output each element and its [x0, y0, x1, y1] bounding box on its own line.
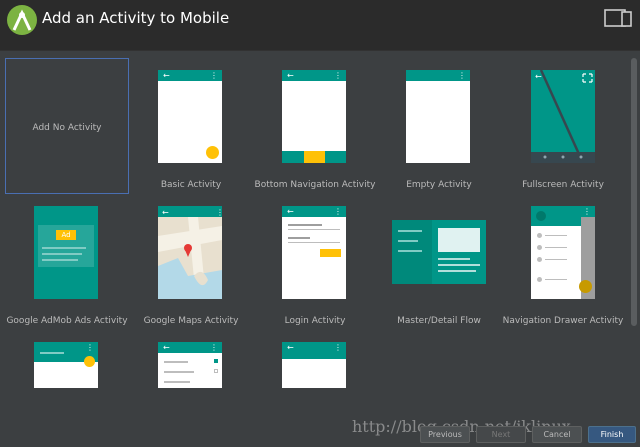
overflow-menu-icon: ⋮	[334, 207, 342, 216]
sign-in-button	[320, 249, 341, 257]
activity-label: Bottom Navigation Activity	[254, 180, 376, 190]
back-arrow-icon: ←	[535, 72, 542, 81]
overflow-menu-icon: ⋮	[334, 71, 342, 80]
activity-preview: ← ⋮	[282, 70, 346, 163]
activity-preview	[392, 220, 486, 284]
activity-label: Add No Activity	[32, 123, 102, 133]
activity-tile-add-no-activity[interactable]: Add No Activity	[5, 58, 129, 194]
activity-label: Fullscreen Activity	[522, 180, 604, 190]
activity-tile-login[interactable]: ← ⋮ Login Activity	[253, 194, 377, 330]
back-arrow-icon: ←	[287, 71, 294, 80]
activity-preview: ←	[531, 70, 595, 163]
activity-preview: ← ⋮	[158, 70, 222, 163]
activity-tile-admob[interactable]: Ad Google AdMob Ads Activity	[5, 194, 129, 330]
ad-card: Ad	[38, 225, 94, 267]
cancel-button[interactable]: Cancel	[532, 426, 582, 443]
overflow-menu-icon: ⋮	[210, 343, 218, 352]
activity-preview: ← ⋮	[158, 206, 222, 299]
bottom-nav-selected-item	[304, 151, 325, 163]
next-button[interactable]: Next	[476, 426, 526, 443]
activity-tile-tabbed[interactable]: ← ⋮	[253, 330, 377, 388]
device-layout-icon[interactable]	[604, 8, 632, 28]
android-studio-logo-icon	[7, 5, 37, 35]
activity-label: Empty Activity	[406, 180, 472, 190]
fab-icon	[206, 146, 219, 159]
activity-label: Google Maps Activity	[143, 316, 239, 326]
activity-preview: ⋮	[531, 206, 595, 299]
activity-tile-bottom-navigation[interactable]: ← ⋮ Bottom Navigation Activity	[253, 58, 377, 194]
fullscreen-icon	[582, 73, 593, 83]
activity-preview: ← ⋮	[282, 342, 346, 388]
back-arrow-icon: ←	[163, 71, 170, 80]
activity-tile-navigation-drawer[interactable]: ⋮ Navigation Drawer Activity	[501, 194, 625, 330]
back-arrow-icon: ←	[287, 343, 294, 352]
activity-tile-settings[interactable]: ← ⋮	[129, 330, 253, 388]
dialog-title: Add an Activity to Mobile	[42, 9, 230, 27]
overflow-menu-icon: ⋮	[86, 343, 94, 352]
back-arrow-icon: ←	[163, 343, 170, 352]
overflow-menu-icon: ⋮	[458, 71, 466, 80]
activity-preview: ← ⋮	[282, 206, 346, 299]
previous-button[interactable]: Previous	[420, 426, 470, 443]
activity-preview: ⋮	[34, 342, 98, 388]
activity-tile-basic[interactable]: ← ⋮ Basic Activity	[129, 58, 253, 194]
overflow-menu-icon: ⋮	[583, 207, 591, 216]
activity-preview: Ad	[34, 206, 98, 299]
activity-tile-scrolling[interactable]: ⋮	[5, 330, 129, 388]
activity-gallery[interactable]: Add No Activity ← ⋮ Basic Activity ← ⋮ Bot…	[5, 58, 630, 388]
dialog-header: Add an Activity to Mobile	[0, 0, 640, 51]
fab-icon	[84, 356, 95, 367]
activity-label: Navigation Drawer Activity	[502, 316, 624, 326]
activity-tile-master-detail[interactable]: Master/Detail Flow	[377, 194, 501, 330]
overflow-menu-icon: ⋮	[210, 71, 218, 80]
nav-drawer	[531, 206, 581, 299]
activity-preview: ← ⋮	[158, 342, 222, 388]
overflow-menu-icon: ⋮	[334, 343, 342, 352]
activity-preview: ⋮	[406, 70, 470, 163]
gallery-scrollbar[interactable]	[631, 58, 637, 326]
ad-badge: Ad	[56, 230, 76, 240]
finish-button[interactable]: Finish	[588, 426, 636, 443]
activity-tile-google-maps[interactable]: ← ⋮ Google Maps Activity	[129, 194, 253, 330]
overflow-menu-icon: ⋮	[216, 208, 222, 217]
activity-tile-fullscreen[interactable]: ← Fullscreen Activity	[501, 58, 625, 194]
activity-label: Master/Detail Flow	[397, 316, 481, 326]
activity-label: Login Activity	[284, 316, 346, 326]
back-arrow-icon: ←	[162, 208, 169, 217]
back-arrow-icon: ←	[287, 207, 294, 216]
activity-tile-empty[interactable]: ⋮ Empty Activity	[377, 58, 501, 194]
activity-label: Basic Activity	[160, 180, 222, 190]
fab-icon	[579, 280, 592, 293]
